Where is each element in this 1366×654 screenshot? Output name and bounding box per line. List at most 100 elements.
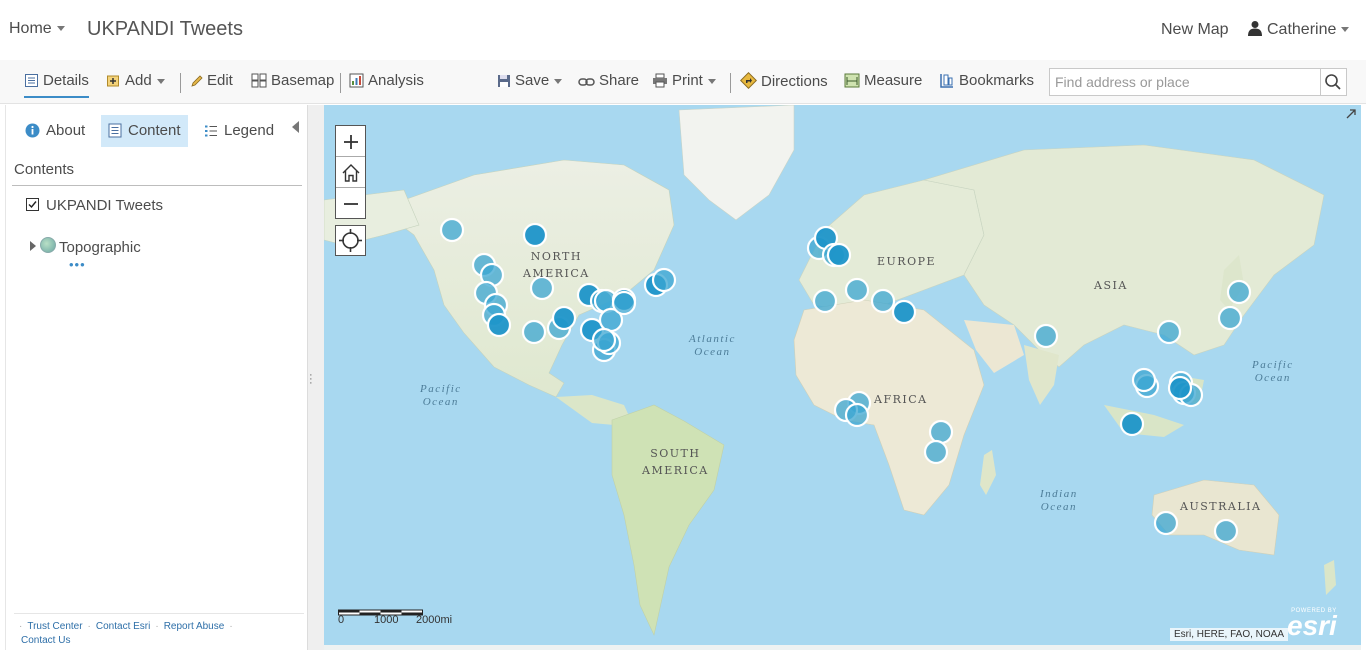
analysis-icon (349, 73, 364, 88)
share-button[interactable]: Share (578, 72, 639, 89)
new-map-link[interactable]: New Map (1161, 21, 1229, 39)
contents-heading: Contents (14, 161, 75, 178)
tweet-marker[interactable] (844, 402, 870, 428)
tweet-marker[interactable] (439, 217, 465, 243)
divider (12, 185, 302, 186)
address-search (1049, 68, 1347, 96)
map-view[interactable]: NORTH AMERICA SOUTH AMERICA EUROPE ASIA AF… (324, 105, 1361, 650)
chevron-down-icon (56, 26, 65, 32)
basemap-button[interactable]: Basemap (251, 72, 334, 89)
tweet-marker[interactable] (826, 242, 852, 268)
details-button[interactable]: Details (24, 72, 89, 98)
contact-us-link[interactable]: Contact Us (21, 635, 70, 646)
expand-caret-icon[interactable] (30, 241, 36, 251)
search-button[interactable] (1320, 69, 1346, 95)
toolbar-divider (730, 73, 731, 93)
tweet-marker[interactable] (1119, 411, 1145, 437)
globe-icon (40, 237, 56, 253)
tweet-marker[interactable] (1217, 305, 1243, 331)
toolbar-divider (340, 73, 341, 93)
layer-item-ukpandi-tweets[interactable]: UKPANDI Tweets (26, 197, 163, 214)
tweet-marker[interactable] (651, 267, 677, 293)
world-map (324, 105, 1361, 650)
tweet-marker[interactable] (1156, 319, 1182, 345)
tweet-marker[interactable] (891, 299, 917, 325)
tweet-marker[interactable] (522, 222, 548, 248)
tweet-marker[interactable] (551, 305, 577, 331)
label-atlantic-ocean: Atlantic Ocean (689, 333, 736, 358)
tab-legend[interactable]: Legend (197, 115, 281, 147)
tweet-marker[interactable] (1226, 279, 1252, 305)
expand-map-icon[interactable] (1345, 107, 1357, 125)
chevron-down-icon (1341, 27, 1350, 33)
search-input[interactable] (1050, 69, 1332, 95)
report-abuse-link[interactable]: Report Abuse (164, 621, 225, 632)
scale-label-1000: 1000 (374, 614, 399, 626)
label-asia: ASIA (1094, 279, 1128, 292)
tweet-marker[interactable] (812, 288, 838, 314)
trust-center-link[interactable]: Trust Center (27, 621, 82, 632)
collapse-panel-icon[interactable] (292, 121, 299, 133)
scale-bar: 0 1000 2000mi (338, 604, 452, 626)
label-europe: EUROPE (877, 255, 937, 268)
label-africa: AFRICA (874, 393, 928, 406)
save-button[interactable]: Save (497, 72, 563, 89)
esri-logo[interactable]: POWERED BY esri (1287, 608, 1337, 640)
tweet-marker[interactable] (521, 319, 547, 345)
tweet-marker[interactable] (591, 327, 617, 353)
side-panel: About Content Legend Contents UKPANDI Tw… (5, 105, 308, 650)
zoom-in-button[interactable] (336, 126, 365, 157)
tweet-marker[interactable] (1213, 518, 1239, 544)
chevron-down-icon (707, 78, 716, 84)
tweet-marker[interactable] (870, 288, 896, 314)
scale-label-2000: 2000mi (416, 614, 453, 626)
search-icon (1325, 74, 1341, 90)
tweet-marker[interactable] (1167, 375, 1193, 401)
content-list-icon (108, 123, 122, 138)
home-menu[interactable]: Home (9, 20, 65, 38)
chevron-down-icon (156, 78, 165, 84)
label-indian-ocean: Indian Ocean (1040, 488, 1078, 513)
bookmark-icon (940, 74, 953, 88)
add-layer-icon (107, 75, 119, 87)
details-icon (25, 74, 38, 87)
tab-about[interactable]: About (18, 115, 92, 147)
user-menu[interactable]: Catherine (1248, 20, 1350, 39)
edit-button[interactable]: Edit (190, 72, 233, 89)
scale-label-0: 0 (338, 614, 345, 626)
layer-visibility-checkbox[interactable] (26, 198, 39, 211)
locate-button[interactable] (335, 225, 366, 256)
tweet-marker[interactable] (1033, 323, 1059, 349)
crosshair-locate-icon (339, 229, 362, 252)
home-extent-button[interactable] (336, 157, 365, 188)
layer-item-topographic[interactable]: Topographic (30, 237, 141, 256)
measure-button[interactable]: Measure (844, 72, 922, 89)
directions-sign-icon (740, 72, 757, 89)
tweet-marker[interactable] (611, 290, 637, 316)
add-button[interactable]: Add (106, 72, 165, 89)
analysis-button[interactable]: Analysis (349, 72, 424, 89)
bookmarks-button[interactable]: Bookmarks (939, 72, 1034, 89)
tweet-marker[interactable] (844, 277, 870, 303)
more-options-icon[interactable]: ••• (69, 257, 86, 272)
plus-icon (343, 135, 358, 149)
tweet-marker[interactable] (1131, 367, 1157, 393)
tab-content[interactable]: Content (101, 115, 188, 147)
user-name: Catherine (1267, 21, 1337, 38)
printer-icon (653, 73, 667, 88)
footer-links: · Trust Center · Contact Esri · Report Abuse ·… (14, 613, 304, 648)
toolbar-divider (180, 73, 181, 93)
panel-splitter[interactable]: · · · (308, 105, 324, 650)
label-north-america: NORTH AMERICA (523, 250, 590, 280)
directions-button[interactable]: Directions (740, 72, 828, 90)
contact-esri-link[interactable]: Contact Esri (96, 621, 150, 632)
tweet-marker[interactable] (923, 439, 949, 465)
print-button[interactable]: Print (652, 72, 716, 89)
zoom-out-button[interactable] (336, 188, 365, 218)
chevron-down-icon (554, 78, 563, 84)
label-pacific-ocean-east: Pacific Ocean (1252, 359, 1294, 384)
legend-icon (205, 125, 217, 137)
tweet-marker[interactable] (928, 419, 954, 445)
tweet-marker[interactable] (486, 312, 512, 338)
tweet-marker[interactable] (1153, 510, 1179, 536)
